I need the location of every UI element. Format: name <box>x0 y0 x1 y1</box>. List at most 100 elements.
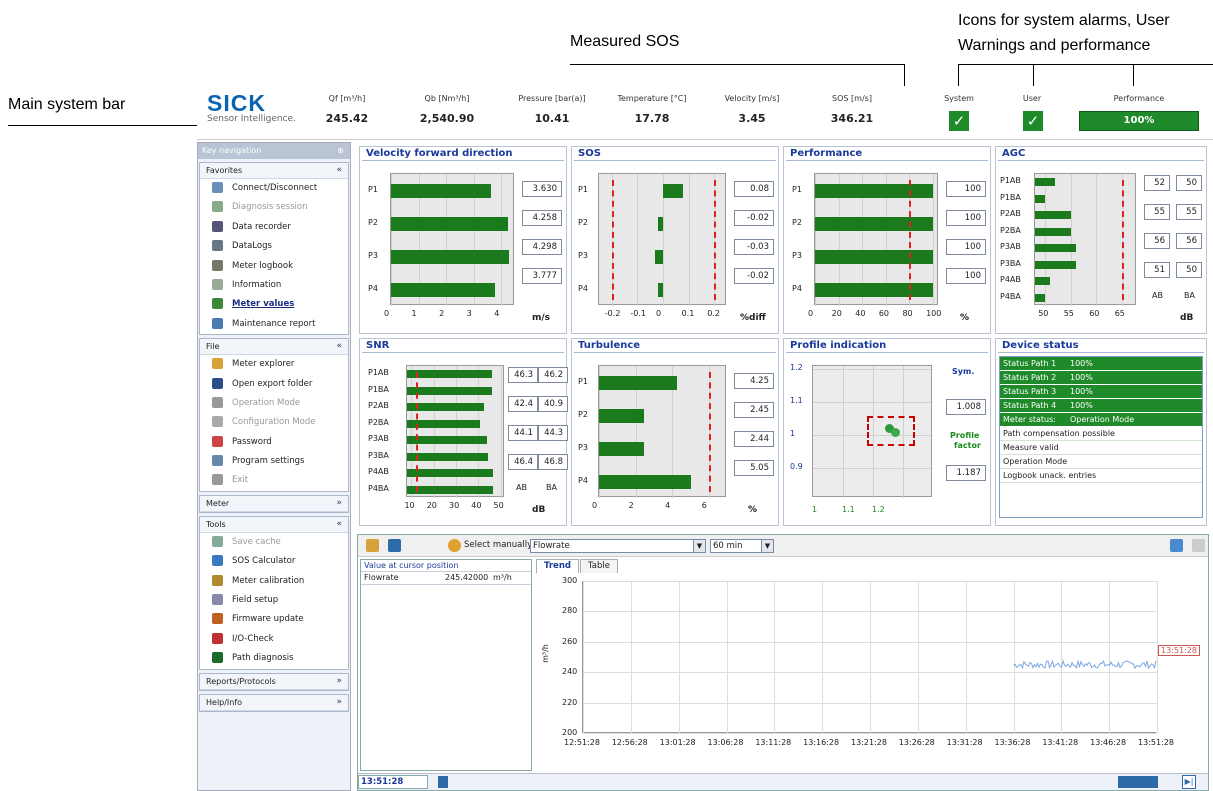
bar-plot <box>390 173 514 306</box>
help-header[interactable]: Help/Info» <box>200 694 348 711</box>
pin-icon[interactable]: ⊕ <box>337 146 344 155</box>
device-status-title: Device status <box>998 339 1204 353</box>
system-check-icon[interactable]: ✓ <box>949 111 969 131</box>
metric-sos: SOS [m/s] 346.21 <box>830 94 874 125</box>
path-label: P3 <box>578 442 588 452</box>
profile-factor-value: 1.187 <box>946 465 986 481</box>
turbulence-panel: Turbulence P1 P2 P3 P4 0 2 4 6% 4.25 2.45 2.44 5.05 <box>571 338 779 526</box>
expand-icon: » <box>336 497 342 508</box>
snr-value-ba: 44.3 <box>538 425 568 441</box>
turbulence-value: 2.44 <box>734 431 774 447</box>
axis-tick: 0 <box>656 309 662 318</box>
sidebar-item[interactable]: Diagnosis session <box>200 198 348 217</box>
unit-label: dB <box>532 505 546 515</box>
collapse-icon: « <box>336 518 342 529</box>
tab-trend[interactable]: Trend <box>536 559 579 573</box>
sidebar-item[interactable]: Save cache <box>200 533 348 552</box>
value-bar <box>407 452 488 461</box>
sidebar-item[interactable]: I/O-Check <box>200 630 348 649</box>
tools-header[interactable]: Tools « <box>200 516 348 533</box>
sidebar-item[interactable]: Open export folder <box>200 375 348 394</box>
export-icon[interactable] <box>388 539 401 552</box>
metric-pressure: Pressure [bar(a)] 10.41 <box>518 94 586 125</box>
axis-tick: 100 <box>926 309 942 318</box>
table-view-icon[interactable] <box>1192 539 1205 552</box>
unit-label: %diff <box>740 313 766 323</box>
select-manually-label[interactable]: Select manually <box>464 540 532 550</box>
agc-value-ba: 50 <box>1176 175 1202 191</box>
sidebar-item[interactable]: Meter values <box>200 295 348 314</box>
turbulence-value: 2.45 <box>734 402 774 418</box>
gridline <box>688 174 690 306</box>
snr-value-ab: 46.4 <box>508 454 538 470</box>
chart-view-icon[interactable] <box>1170 539 1183 552</box>
variable-select[interactable]: Flowrate ▼ <box>530 539 706 553</box>
snr-value-ab: 44.1 <box>508 425 538 441</box>
sidebar-item[interactable]: Password <box>200 433 348 452</box>
value-bar <box>599 408 644 423</box>
time-field: 13:51:28 <box>358 775 428 789</box>
sidebar-item[interactable]: Data recorder <box>200 218 348 237</box>
sidebar-item[interactable]: Information <box>200 276 348 295</box>
sidebar-item[interactable]: Configuration Mode <box>200 413 348 432</box>
sidebar-item[interactable]: Connect/Disconnect <box>200 179 348 198</box>
status-label: Meter status: <box>1003 415 1056 424</box>
sidebar-item[interactable]: Maintenance report <box>200 315 348 334</box>
status-label: Status Path 2 <box>1003 373 1057 382</box>
snr-value-ab: 46.3 <box>508 367 538 383</box>
key-navigation-sidebar: Key navigation ⊕ Favorites « Connect/Disco… <box>197 142 351 791</box>
user-check-icon[interactable]: ✓ <box>1023 111 1043 131</box>
sidebar-item-label: SOS Calculator <box>232 556 296 567</box>
sidebar-item[interactable]: Meter explorer <box>200 355 348 374</box>
bar-plot <box>598 365 726 498</box>
sidebar-item[interactable]: Field setup <box>200 591 348 610</box>
velocity-value: 3.777 <box>522 268 562 284</box>
x-tick: 13:21:28 <box>851 738 887 747</box>
status-value: 100% <box>1070 373 1093 382</box>
sidebar-item[interactable]: Meter calibration <box>200 572 348 591</box>
hand-icon[interactable] <box>448 539 461 552</box>
chevron-down-icon: ▼ <box>761 540 773 552</box>
go-to-end-icon[interactable]: ▶| <box>1182 775 1196 789</box>
range-select[interactable]: 60 min ▼ <box>710 539 774 553</box>
unit-label: dB <box>1180 313 1194 323</box>
favorites-header[interactable]: Favorites « <box>200 163 348 179</box>
sidebar-item[interactable]: SOS Calculator <box>200 552 348 571</box>
sidebar-item[interactable]: Firmware update <box>200 610 348 629</box>
gridline <box>933 174 935 306</box>
tools-section: Tools « Save cache SOS Calculator Meter cal… <box>199 515 349 670</box>
reports-header[interactable]: Reports/Protocols» <box>200 673 348 690</box>
trend-chart[interactable]: 300 280 260 240 220 200 12:51:28 12:56:28 13:01:… <box>534 575 1206 771</box>
trend-area: Select manually Flowrate ▼ 60 min ▼ Value … <box>357 534 1209 791</box>
sidebar-item[interactable]: Path diagnosis <box>200 649 348 668</box>
status-label: Status Path 3 <box>1003 387 1057 396</box>
scroll-thumb-left[interactable] <box>438 776 448 788</box>
limit-line <box>1121 180 1124 300</box>
axis-tick: 0 <box>808 309 814 318</box>
axis-tick: 0.1 <box>681 309 695 318</box>
tab-table[interactable]: Table <box>579 559 618 573</box>
menu-item-icon <box>212 455 223 467</box>
sidebar-item[interactable]: Operation Mode <box>200 394 348 413</box>
menu-item-icon <box>212 535 223 547</box>
menu-item-icon <box>212 317 223 329</box>
sidebar-item-label: Meter explorer <box>232 359 295 370</box>
add-variable-icon[interactable] <box>366 539 379 552</box>
sidebar-item-label: Field setup <box>232 595 279 606</box>
sidebar-item[interactable]: DataLogs <box>200 237 348 256</box>
file-section: File « Meter explorer Open export folder Op… <box>199 338 349 492</box>
value-bar <box>407 370 493 379</box>
file-header[interactable]: File « <box>200 339 348 356</box>
sidebar-item[interactable]: Program settings <box>200 452 348 471</box>
meter-header[interactable]: Meter» <box>200 495 348 512</box>
sidebar-item-label: Data recorder <box>232 221 291 232</box>
path-label: P4AB <box>368 467 389 477</box>
value-bar <box>815 183 934 198</box>
performance-indicator[interactable]: 100% <box>1079 111 1199 131</box>
annotation-line <box>570 64 905 65</box>
sidebar-item-label: Password <box>232 436 272 447</box>
sidebar-item[interactable]: Meter logbook <box>200 257 348 276</box>
sidebar-item[interactable]: Exit <box>200 471 348 490</box>
performance-value: 100 <box>946 239 986 255</box>
scroll-thumb-right[interactable] <box>1118 776 1158 788</box>
